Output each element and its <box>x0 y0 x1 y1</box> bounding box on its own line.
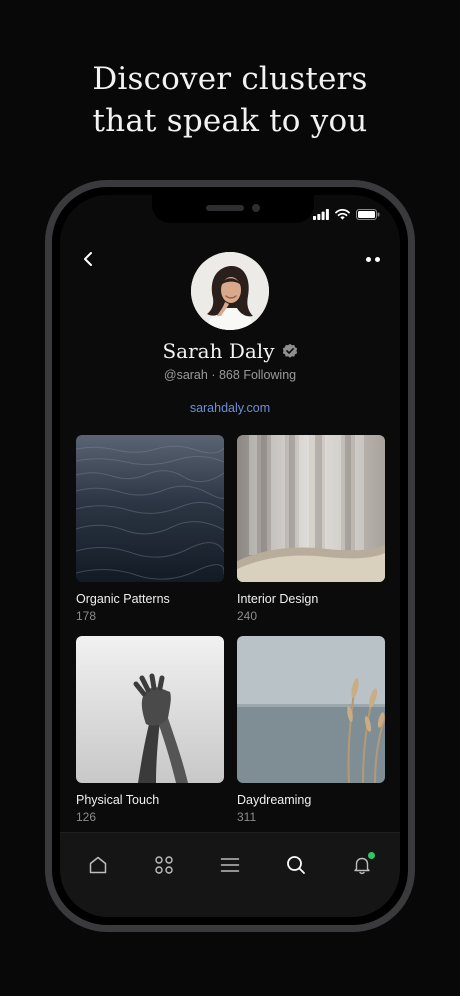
cluster-count: 178 <box>76 609 97 623</box>
headline-line-2: that speak to you <box>92 103 368 139</box>
phone-screen: Sarah Daly @sarah · 868 Following sarahd… <box>60 195 400 917</box>
phone-frame: Sarah Daly @sarah · 868 Following sarahd… <box>45 180 415 932</box>
hands-image <box>76 636 224 783</box>
cluster-title: Organic Patterns <box>76 592 170 606</box>
home-icon <box>89 856 107 874</box>
tab-home[interactable] <box>86 853 110 877</box>
tab-notifications[interactable] <box>350 852 375 877</box>
cluster-count: 126 <box>76 810 97 824</box>
headline: Discover clusters that speak to you <box>0 58 460 142</box>
cluster-card-interior-design[interactable]: Interior Design 240 <box>237 435 385 623</box>
grid-dots-icon <box>155 856 173 874</box>
headline-line-1: Discover clusters <box>92 61 368 97</box>
back-button[interactable] <box>76 247 100 271</box>
tab-feed[interactable] <box>218 853 242 877</box>
cluster-thumbnail <box>237 435 385 582</box>
cluster-title: Daydreaming <box>237 793 312 807</box>
meta-separator: · <box>211 368 216 382</box>
avatar[interactable] <box>191 252 269 330</box>
seaside-image <box>237 636 385 783</box>
cluster-card-daydreaming[interactable]: Daydreaming 311 <box>237 636 385 824</box>
cluster-thumbnail <box>76 636 224 783</box>
profile-website-link[interactable]: sarahdaly.com <box>60 401 400 415</box>
cluster-card-organic-patterns[interactable]: Organic Patterns 178 <box>76 435 224 623</box>
cluster-thumbnail <box>237 636 385 783</box>
cluster-count: 311 <box>237 810 257 824</box>
camera <box>252 204 260 212</box>
profile-name-row: Sarah Daly <box>60 339 400 363</box>
speaker <box>206 205 244 211</box>
wifi-icon <box>335 209 350 220</box>
notch <box>152 195 314 223</box>
tab-bar <box>60 832 400 917</box>
menu-lines-icon <box>220 858 240 872</box>
more-dot <box>375 256 380 262</box>
tab-clusters[interactable] <box>152 853 176 877</box>
cluster-title: Physical Touch <box>76 793 160 807</box>
cluster-thumbnail <box>76 435 224 582</box>
curtain-image <box>237 435 385 582</box>
avatar-image <box>191 252 269 330</box>
verified-check-icon <box>282 343 297 358</box>
following-count[interactable]: 868 Following <box>219 368 296 382</box>
chevron-left-icon <box>84 252 92 266</box>
profile-handle: @sarah <box>163 368 208 382</box>
more-dot <box>366 256 371 262</box>
notification-badge <box>368 852 375 859</box>
profile-meta: @sarah · 868 Following <box>60 368 400 382</box>
signal-bars-icon <box>313 209 329 220</box>
status-bar <box>313 209 380 220</box>
more-button[interactable] <box>360 249 386 269</box>
water-image <box>76 435 224 582</box>
cluster-card-physical-touch[interactable]: Physical Touch 126 <box>76 636 224 824</box>
search-icon <box>287 856 305 874</box>
cluster-title: Interior Design <box>237 592 319 606</box>
profile-name: Sarah Daly <box>162 339 275 363</box>
battery-icon <box>356 209 380 220</box>
tab-search[interactable] <box>284 853 308 877</box>
cluster-count: 240 <box>237 609 258 623</box>
